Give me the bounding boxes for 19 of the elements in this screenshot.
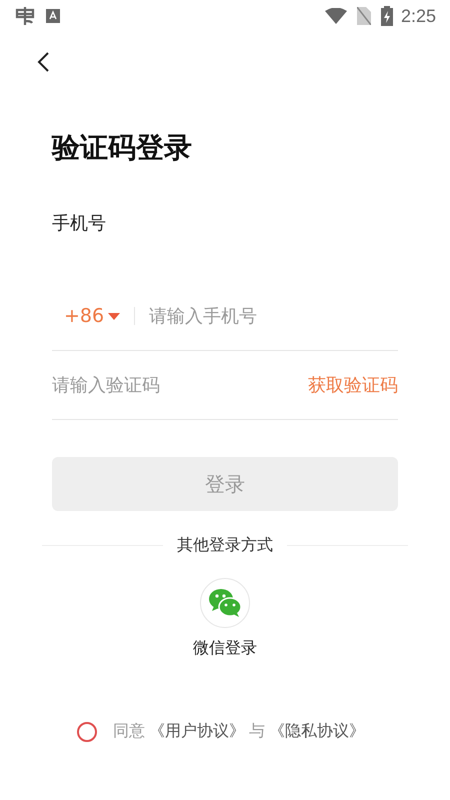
agreement-link[interactable]: 《隐私协议》 — [269, 721, 365, 742]
keyboard-icon — [46, 9, 60, 23]
wifi-icon — [324, 8, 347, 24]
status-time: 2:25 — [400, 6, 436, 26]
agree-radio[interactable] — [77, 722, 97, 742]
bug-icon — [14, 6, 36, 26]
no-sim-icon — [356, 7, 371, 25]
page-title: 验证码登录 — [52, 130, 193, 166]
code-input[interactable]: 请输入验证码 — [52, 374, 308, 396]
other-login-label: 其他登录方式 — [177, 535, 273, 556]
agreement-text: 与 — [249, 721, 265, 742]
caret-icon — [108, 312, 120, 320]
phone-input[interactable]: 请输入手机号 — [149, 306, 398, 326]
chat-bubbles-icon — [208, 588, 242, 618]
wechat-login-button[interactable]: 微信登录 — [193, 578, 257, 659]
agreement-text: 同意 — [113, 721, 145, 742]
agreement-link[interactable]: 《用户协议》 — [149, 721, 245, 742]
phone-label: 手机号 — [52, 212, 106, 236]
battery-icon — [380, 6, 393, 26]
